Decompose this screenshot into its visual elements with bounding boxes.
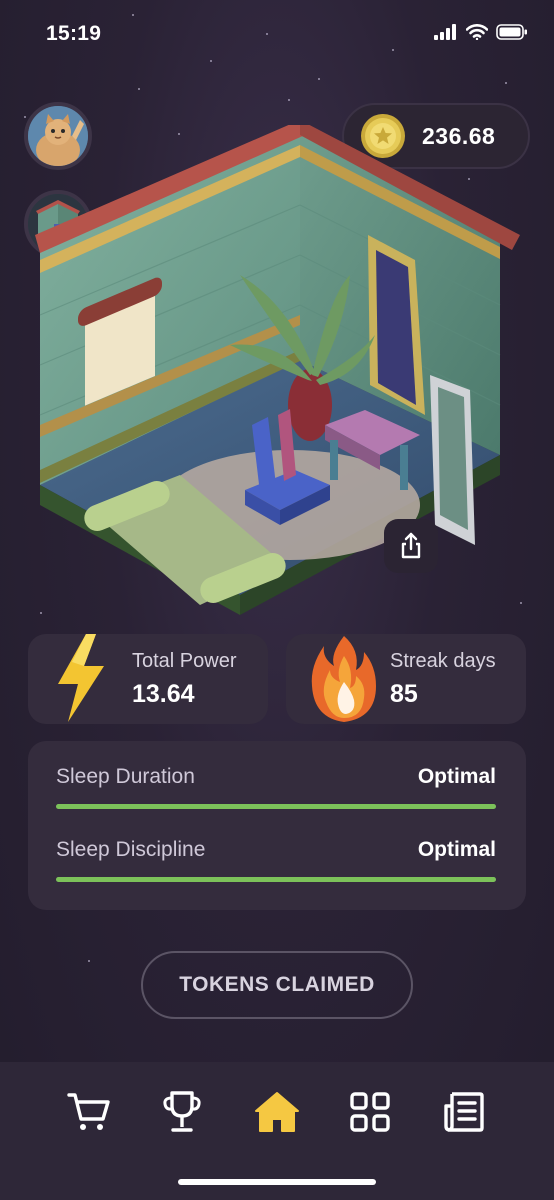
sleep-discipline-status: Optimal (417, 838, 496, 861)
nav-leaderboard[interactable] (158, 1088, 206, 1136)
total-power-card: Total Power 13.64 (28, 634, 268, 724)
share-icon (401, 532, 421, 559)
room-illustration (35, 125, 520, 615)
nav-news[interactable] (440, 1088, 488, 1136)
nav-shop[interactable] (65, 1088, 113, 1136)
sleep-duration-row: Sleep Duration Optimal (56, 765, 496, 809)
cart-icon (67, 1093, 110, 1130)
sleep-discipline-progress (56, 877, 496, 882)
status-time: 15:19 (46, 22, 102, 45)
grid-icon (350, 1092, 390, 1132)
battery-icon (496, 24, 527, 40)
streak-days-card: Streak days 85 (286, 634, 526, 724)
nav-home[interactable] (253, 1088, 301, 1136)
status-icons (434, 24, 528, 40)
bottom-nav (0, 1062, 554, 1200)
cellular-signal-icon (434, 24, 456, 40)
sleep-duration-progress (56, 804, 496, 809)
home-icon (255, 1092, 299, 1132)
total-power-label: Total Power (132, 650, 237, 672)
list-icon (444, 1092, 484, 1132)
trophy-icon (163, 1091, 201, 1132)
sleep-duration-progress-fill (56, 804, 496, 809)
sleep-discipline-progress-fill (56, 877, 496, 882)
streak-days-value: 85 (390, 680, 418, 708)
home-indicator (178, 1179, 376, 1185)
sleep-duration-status: Optimal (417, 765, 496, 788)
share-button[interactable] (384, 519, 438, 573)
streak-days-label: Streak days (390, 650, 496, 672)
sleep-metrics-card: Sleep Duration Optimal Sleep Discipline … (28, 741, 526, 910)
total-power-value: 13.64 (132, 680, 195, 708)
status-bar: 15:19 (0, 0, 554, 70)
flame-icon (311, 636, 376, 722)
lightning-icon (58, 634, 104, 722)
sleep-discipline-row: Sleep Discipline Optimal (56, 838, 496, 882)
wifi-icon (466, 24, 488, 40)
tokens-claimed-button[interactable]: TOKENS CLAIMED (141, 951, 413, 1019)
nav-collection[interactable] (346, 1088, 394, 1136)
